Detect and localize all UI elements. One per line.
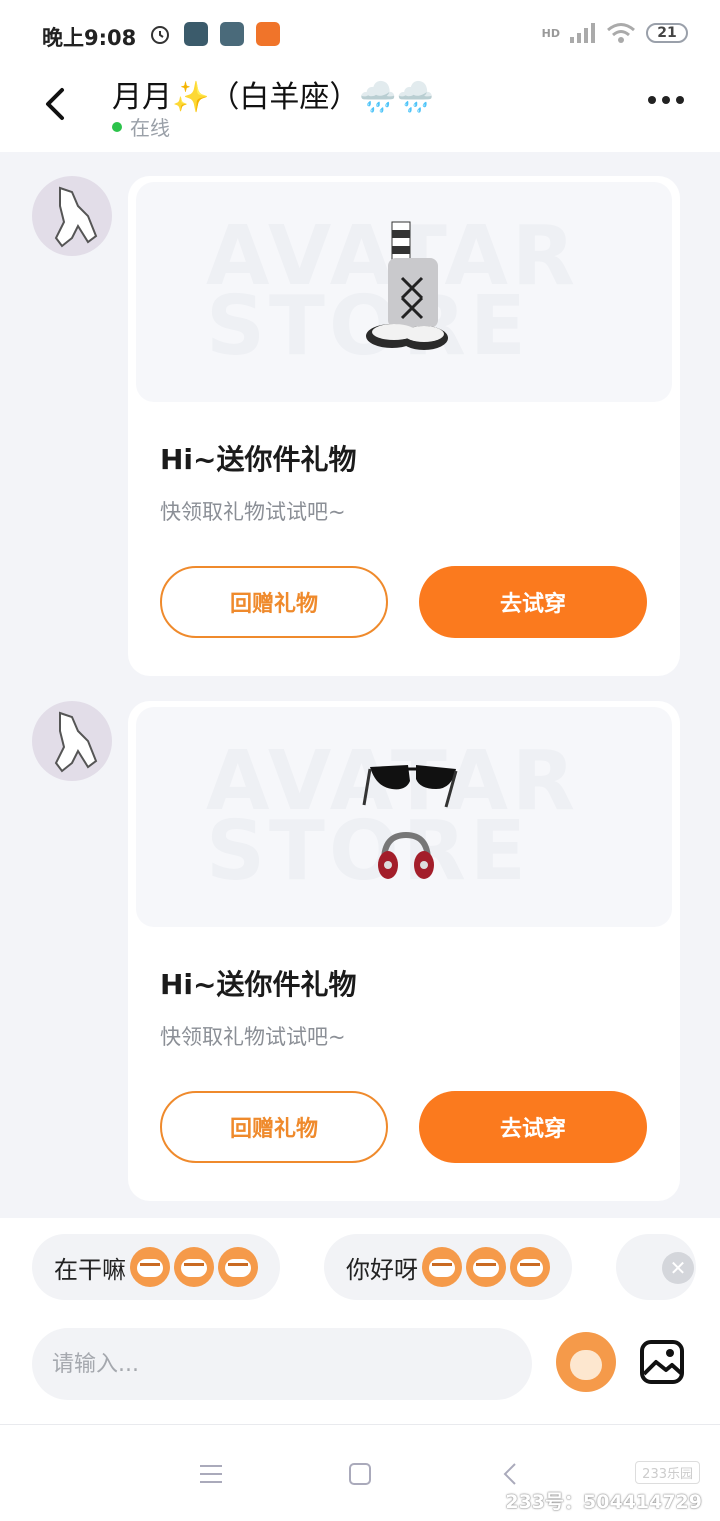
grin-emoji-icon [174,1247,214,1287]
image-picker-icon[interactable] [638,1338,686,1386]
try-on-button[interactable]: 去试穿 [419,1091,647,1163]
grin-emoji-icon [218,1247,258,1287]
online-status: 在线 [112,112,170,141]
avatar[interactable] [32,176,112,256]
online-label: 在线 [130,116,170,140]
card-subtitle: 快领取礼物试试吧~ [160,500,346,524]
card-title: Hi~送你件礼物 [160,968,357,1001]
chat-header: 月月✨（白羊座）🌧️🌧️ 在线 [0,68,720,152]
smile-emoji-icon [422,1247,462,1287]
online-dot-icon [112,121,122,132]
grid-app-icon [220,22,244,46]
user-id-watermark: 233号：504414729 [505,1491,702,1513]
composer [0,1318,720,1424]
233-app-icon [256,22,280,46]
smile-emoji-icon [510,1247,550,1287]
return-gift-button[interactable]: 回赠礼物 [160,1091,388,1163]
status-right: HD 21 [542,22,688,44]
system-nav-bar: 233乐园 233号：504414729 [0,1424,720,1521]
nav-back-icon[interactable] [498,1461,524,1487]
quick-reply-label: 你好呀 [346,1255,418,1284]
close-quick-replies-icon[interactable]: ✕ [662,1252,694,1284]
alarm-icon [151,26,169,44]
gift-image: AVATAR STORE [136,182,672,402]
card-title: Hi~送你件礼物 [160,443,357,476]
headphones-item [378,831,434,879]
try-on-button[interactable]: 去试穿 [419,566,647,638]
gift-image: AVATAR STORE [136,707,672,927]
compass-app-icon [184,22,208,46]
smile-emoji-icon [466,1247,506,1287]
battery-indicator: 21 [646,23,688,43]
gift-card: AVATAR STORE Hi~送你件礼物 快领取礼物试试吧~ 回赠礼物 去试穿 [128,701,680,1201]
socks-shoes-item [366,221,448,350]
quick-replies: 在干嘛 你好呀 ✕ [0,1218,720,1318]
grin-emoji-icon [130,1247,170,1287]
contact-name: 月月✨（白羊座）🌧️🌧️ [112,80,435,115]
home-icon[interactable] [347,1461,373,1487]
signal-icon [570,23,595,43]
gift-card: AVATAR STORE Hi~送你件礼物 快领取礼物试试吧~ 回赠礼物 去试穿 [128,176,680,676]
wifi-icon [607,23,635,43]
brand-logo: 233乐园 [635,1461,700,1484]
menu-icon[interactable] [198,1461,224,1487]
quick-reply-label: 在干嘛 [54,1255,126,1284]
card-subtitle: 快领取礼物试试吧~ [160,1025,346,1049]
quick-reply-chip[interactable]: 你好呀 [324,1234,572,1300]
network-label: HD [541,26,560,40]
more-options-icon[interactable] [648,96,684,104]
status-bar: 晚上9:08 HD 21 [0,0,720,68]
avatar[interactable] [32,701,112,781]
status-time: 晚上9:08 [42,26,137,50]
message-input[interactable] [32,1328,532,1400]
back-icon[interactable] [38,82,78,126]
return-gift-button[interactable]: 回赠礼物 [160,566,388,638]
emoji-mascot-icon[interactable] [556,1332,616,1392]
quick-reply-chip[interactable]: 在干嘛 [32,1234,280,1300]
